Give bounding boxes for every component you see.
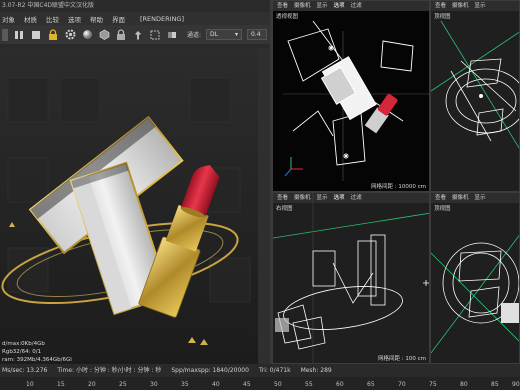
timeline-tick: 30 — [150, 381, 158, 388]
menu-compare[interactable]: 比较 — [46, 14, 59, 24]
status-spp: Spp/maxspp: 1840/20000 — [171, 367, 249, 374]
top-wireframe — [431, 20, 519, 149]
render-status-bar: Ms/sec: 13.276 Time: 小时 : 分钟 : 秒/小时 : 分钟… — [0, 364, 520, 377]
menu-options[interactable]: 选项 — [68, 14, 81, 24]
timeline-tick: 75 — [429, 381, 437, 388]
pin-icon[interactable] — [132, 29, 144, 41]
right-wireframe — [273, 193, 429, 363]
render-image — [0, 48, 270, 364]
sphere-icon[interactable] — [81, 29, 93, 41]
viewport-right[interactable]: 查看 摄像机 显示 选项 过滤 右视图 网格间距 : 100 cm — [272, 192, 430, 364]
timeline-tick: 20 — [88, 381, 96, 388]
menu-bar: 对象 材质 比较 选项 帮助 界面 [RENDERING] — [0, 12, 270, 25]
viewport-grid-spacing: 网格间距 : 100 cm — [378, 356, 426, 362]
channel-select[interactable]: DL ▾ — [206, 29, 243, 40]
timeline-tick: 50 — [274, 381, 282, 388]
status-ms-sec: Ms/sec: 13.276 — [2, 367, 48, 374]
region-icon[interactable] — [149, 29, 161, 41]
menu-material[interactable]: 材质 — [24, 14, 37, 24]
viewport-top[interactable]: 查看 摄像机 显示 顶视图 — [430, 0, 520, 192]
render-stats: d/max:0Kb/4Gb Rgb32/64: 0/1 ram: 392Mb/4… — [0, 340, 72, 364]
timeline-tick: 10 — [26, 381, 34, 388]
viewport-top-2[interactable]: 查看 摄像机 显示 顶视图 — [430, 192, 520, 364]
timeline-tick: 55 — [305, 381, 313, 388]
app-title: 3.07-R2 中国C4D联盟中文汉化版 — [2, 2, 95, 9]
value-field[interactable]: 0.4 — [247, 29, 268, 40]
toolbar-grip — [2, 28, 8, 41]
timeline-tick: 25 — [119, 381, 127, 388]
render-view[interactable]: d/max:0Kb/4Gb Rgb32/64: 0/1 ram: 392Mb/4… — [0, 48, 270, 364]
menu-interface[interactable]: 界面 — [112, 14, 125, 24]
timeline-tick: 60 — [336, 381, 344, 388]
settings-gear-icon[interactable] — [64, 29, 76, 41]
top2-wireframe — [431, 235, 519, 354]
pause-icon[interactable] — [13, 29, 25, 41]
timeline-tick: 35 — [181, 381, 189, 388]
timeline-tick: 80 — [460, 381, 468, 388]
status-mesh: Mesh: 289 — [300, 367, 332, 374]
stat-mem: d/max:0Kb/4Gb — [0, 340, 72, 348]
render-toolbar: 通道: DL ▾ 0.4 — [0, 25, 270, 44]
lock-icon[interactable] — [47, 29, 59, 41]
timeline-tick: 70 — [398, 381, 406, 388]
value-field-text: 0.4 — [251, 31, 261, 38]
timeline-tick: 15 — [57, 381, 65, 388]
timeline-tick: 45 — [243, 381, 251, 388]
viewport-grid-spacing: 网格间距 : 10000 cm — [371, 184, 426, 190]
chevron-down-icon: ▾ — [235, 31, 239, 38]
render-mode-label: [RENDERING] — [140, 14, 185, 23]
menu-object[interactable]: 对象 — [2, 14, 15, 24]
stat-rgb: Rgb32/64: 0/1 — [0, 348, 72, 356]
status-time: Time: 小时 : 分钟 : 秒/小时 : 分钟 : 秒 — [57, 367, 162, 374]
menu-help[interactable]: 帮助 — [90, 14, 103, 24]
status-tri: Tri: 0/471k — [258, 367, 291, 374]
timeline-tick: 65 — [367, 381, 375, 388]
stat-ram: ram: 392Mb/4.364Gb/6Gl — [0, 356, 72, 364]
lock-icon[interactable] — [115, 29, 127, 41]
timeline-tick: 85 — [491, 381, 499, 388]
app-title-bar: 3.07-R2 中国C4D联盟中文汉化版 — [0, 0, 270, 12]
stop-icon[interactable] — [30, 29, 42, 41]
timeline-ruler[interactable]: 10 15 20 25 30 35 40 45 50 55 60 65 70 7… — [0, 377, 520, 390]
perspective-wireframe — [283, 20, 429, 181]
compare-icon[interactable] — [166, 29, 178, 41]
viewport-perspective[interactable]: 查看 摄像机 显示 选项 过滤 透视视图 网格间距: 10000 cm — [272, 0, 430, 192]
timeline-tick: 90 — [512, 381, 520, 388]
channel-label: 通道: — [187, 32, 202, 39]
channel-select-value: DL — [210, 31, 218, 38]
cube-icon[interactable] — [98, 29, 110, 41]
timeline-tick: 40 — [212, 381, 220, 388]
